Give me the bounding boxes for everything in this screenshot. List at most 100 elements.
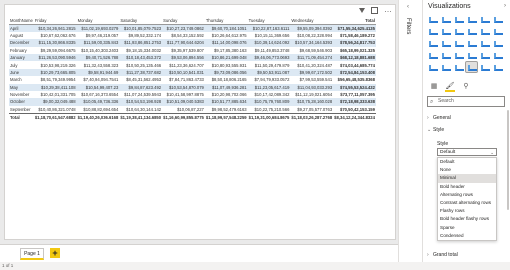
table-cell: $10,29,73,665.805 [33, 68, 77, 77]
visual-type-icon[interactable] [466, 26, 477, 36]
chevron-left-icon[interactable]: ‹ [407, 4, 409, 10]
focus-mode-icon[interactable] [371, 7, 378, 14]
visual-type-icon[interactable] [453, 50, 464, 60]
column-header[interactable]: Saturday [119, 17, 163, 25]
matrix-table: MonthName Friday Monday Saturday Sunday … [9, 17, 376, 121]
visual-type-icon[interactable] [427, 62, 438, 72]
table-cell: $11,32,43,558.323 [83, 62, 119, 68]
visual-type-icon[interactable] [453, 38, 464, 48]
visual-type-icon[interactable] [440, 38, 451, 48]
column-header[interactable]: Tuesday [247, 17, 291, 25]
row-header: February [10, 47, 27, 53]
table-cell: $9,68,59,546.903 [299, 47, 333, 53]
row-header: November [10, 92, 30, 98]
table-cell: $8,45,31,562.4953 [126, 77, 162, 83]
row-header: July [10, 62, 18, 68]
visual-type-icon[interactable] [427, 38, 438, 48]
visual-type-icon[interactable] [492, 38, 503, 48]
general-section[interactable]: › General [427, 115, 507, 121]
visual-type-icon[interactable] [492, 62, 503, 72]
pane-scrollbar[interactable] [507, 110, 509, 210]
visual-type-icon[interactable] [453, 14, 464, 24]
visual-type-icon[interactable] [465, 61, 478, 73]
row-header: January [9, 53, 34, 62]
fields-tab-icon[interactable]: ▦ [429, 82, 439, 92]
dropdown-option[interactable]: Minimal [438, 174, 496, 183]
visual-type-icon[interactable] [479, 38, 490, 48]
visual-type-icon[interactable] [440, 50, 451, 60]
visual-type-icon[interactable] [440, 14, 451, 24]
table-cell: $9,40,71,526.788 [76, 53, 120, 62]
table-row: September $10,40,86,321.0748 $10,88,82,694… [9, 106, 376, 113]
visual-type-icon[interactable] [427, 14, 438, 24]
style-dropdown[interactable]: Default ⌄ [437, 148, 497, 156]
visual-type-icon[interactable] [492, 14, 503, 24]
dropdown-option[interactable]: Bold header [438, 183, 496, 191]
column-header[interactable]: Sunday [162, 17, 205, 25]
table-cell: $10,01,85,079.7523 [119, 24, 163, 32]
table-row: May $10,29,38,411.108 $10,54,99,407.23 $9,8… [9, 83, 376, 91]
section-label: Style [433, 127, 445, 133]
chevron-right-icon[interactable]: › [504, 3, 506, 9]
visual-type-icon[interactable] [479, 62, 490, 72]
column-header-total[interactable]: Total [333, 17, 376, 25]
search-input[interactable]: ⌕ Search [427, 96, 505, 107]
dropdown-option[interactable]: Bold header flashy rows [438, 215, 496, 223]
filters-pane-collapsed[interactable]: ‹ Filters [398, 0, 422, 262]
table-cell: $7,84,71,863.4733 [168, 77, 204, 83]
dropdown-option[interactable]: Condensed [438, 232, 496, 240]
more-options-icon[interactable]: … [384, 6, 392, 14]
visual-type-icon[interactable] [427, 50, 438, 60]
table-cell: $10,22,87,163.6111 [247, 24, 291, 32]
format-tab-icon[interactable]: 🖌 [445, 82, 455, 92]
table-cell: $72,18,98,333.638 [333, 98, 376, 106]
table-cell: $10,27,23,749.0862 [162, 24, 205, 32]
row-header: August [10, 32, 24, 38]
pane-tabs: ▦ 🖌 ⚲ [429, 82, 471, 92]
visual-type-icon[interactable] [453, 62, 464, 72]
dropdown-option[interactable]: Flashy rows [438, 207, 496, 215]
dropdown-option[interactable]: Alternating rows [438, 191, 496, 199]
table-cell: $65,18,99,021.325 [340, 47, 375, 53]
visual-type-icon[interactable] [492, 50, 503, 60]
visual-type-icon[interactable] [440, 26, 451, 36]
analytics-tab-icon[interactable]: ⚲ [461, 82, 471, 92]
visual-type-icon[interactable] [479, 26, 490, 36]
table-row: August $10,67,62,062.676 $9,97,46,219.057 $… [9, 32, 376, 39]
visual-type-icon[interactable] [479, 14, 490, 24]
dropdown-option[interactable]: None [438, 166, 496, 174]
filter-icon[interactable] [359, 8, 365, 13]
column-header[interactable]: Thursday [204, 17, 248, 25]
column-header[interactable]: Friday [33, 17, 77, 25]
visual-type-icon[interactable] [492, 26, 503, 36]
style-section[interactable]: ⌄ Style [427, 127, 507, 133]
column-header[interactable]: MonthName [9, 17, 34, 25]
table-cell: $10,64,30,144.142 [126, 106, 162, 112]
table-cell: $10,05,49,736.336 [76, 98, 120, 106]
matrix-visual[interactable]: … MonthName Friday Monday Saturday Sunda… [4, 4, 396, 240]
table-cell: $11,04,93,033.293 [290, 83, 334, 91]
page-tab[interactable]: Page 1 [20, 248, 44, 260]
column-header[interactable]: Wednesday [290, 17, 334, 25]
dropdown-option[interactable]: Default [438, 158, 496, 166]
table-cell: $9,58,91,944.69 [76, 68, 120, 77]
visual-type-icon[interactable] [453, 26, 464, 36]
visual-type-icon[interactable] [427, 26, 438, 36]
visual-type-icon[interactable] [466, 50, 477, 60]
dropdown-option[interactable]: Sparse [438, 224, 496, 232]
add-page-button[interactable]: + [50, 248, 60, 258]
grand-total-section[interactable]: › Grand total [427, 252, 507, 258]
visual-type-icon[interactable] [479, 50, 490, 60]
visual-type-icon[interactable] [466, 14, 477, 24]
table-cell: $9,99,67,172.502 [290, 68, 334, 77]
table-cell: $10,51,77,885.634 [204, 98, 248, 106]
visual-type-icon[interactable] [466, 38, 477, 48]
table-cell: $9,53,06,894.556 [162, 53, 205, 62]
table-cell: $7,94,79,933.0572 [254, 77, 290, 83]
visual-type-icon[interactable] [440, 62, 451, 72]
table-cell: $70,50,42,153.159 [340, 106, 375, 112]
pane-title: Visualizations [428, 3, 471, 10]
table-cell: $10,40,86,321.0748 [38, 106, 76, 112]
column-header[interactable]: Monday [76, 17, 120, 25]
dropdown-option[interactable]: Contrast alternating rows [438, 199, 496, 207]
